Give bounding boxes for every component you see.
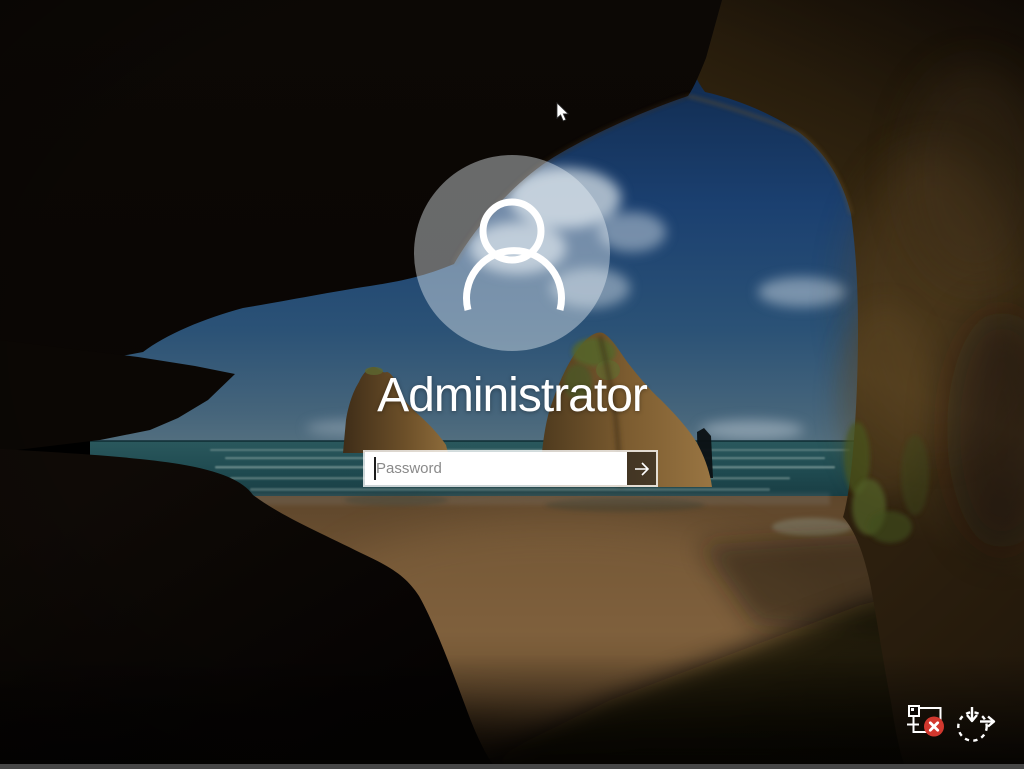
user-icon <box>463 198 565 311</box>
avatar <box>414 155 610 351</box>
ease-of-access-glyph <box>957 707 996 742</box>
username-label: Administrator <box>377 369 648 422</box>
password-input[interactable] <box>365 452 627 485</box>
ease-of-access-icon[interactable] <box>954 704 996 746</box>
network-monitor-glyph <box>907 705 944 737</box>
submit-button[interactable] <box>627 452 656 485</box>
password-form <box>363 450 658 487</box>
windows-login-screen: Administrator <box>0 0 1024 769</box>
text-caret <box>374 457 376 480</box>
network-disconnected-icon[interactable] <box>906 703 948 745</box>
arrow-right-icon <box>634 461 649 476</box>
